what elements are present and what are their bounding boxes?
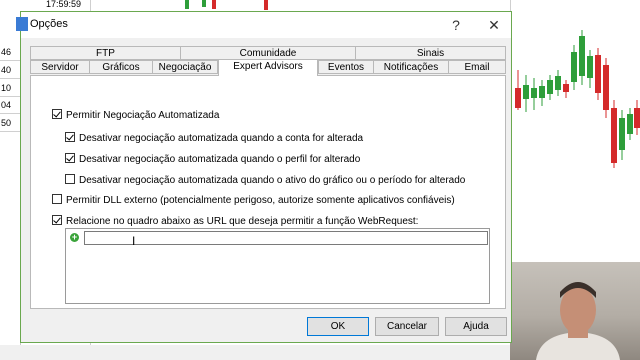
tab-eventos[interactable]: Eventos: [318, 60, 374, 74]
candlestick-chart: [515, 30, 640, 168]
disable-on-account-change-checkbox[interactable]: [65, 132, 75, 142]
tab-sinais[interactable]: Sinais: [355, 46, 506, 60]
allow-dll-label: Permitir DLL externo (potencialmente per…: [66, 195, 455, 206]
allow-webrequest-checkbox[interactable]: [52, 215, 62, 225]
disable-on-symbol-change-option[interactable]: Desativar negociação automatizada quando…: [65, 174, 465, 188]
market-watch-cell: 40: [0, 63, 21, 79]
tab-graficos[interactable]: Gráficos: [89, 60, 153, 74]
url-list[interactable]: + I: [65, 228, 490, 304]
market-watch-cell: 46: [0, 45, 21, 61]
options-dialog: Opções ? ✕ FTP Comunidade Sinais Servido…: [16, 11, 512, 343]
market-watch-cell: 04: [0, 98, 21, 114]
tab-comunidade[interactable]: Comunidade: [180, 46, 356, 60]
help-icon[interactable]: ?: [441, 14, 471, 36]
allow-dll-checkbox[interactable]: [52, 194, 62, 204]
plus-circle-icon[interactable]: +: [70, 233, 79, 242]
webcam-overlay: [510, 262, 640, 360]
tab-expert-advisors[interactable]: Expert Advisors: [218, 59, 318, 76]
time-label: 17:59:59: [46, 0, 82, 9]
disable-on-profile-change-label: Desativar negociação automatizada quando…: [79, 154, 361, 165]
app-icon: [16, 17, 28, 31]
allow-webrequest-option[interactable]: Relacione no quadro abaixo as URL que de…: [52, 215, 418, 229]
tab-negociacao[interactable]: Negociação: [152, 60, 218, 74]
disable-on-profile-change-checkbox[interactable]: [65, 153, 75, 163]
dialog-titlebar[interactable]: Opções ? ✕: [16, 12, 511, 38]
tab-email[interactable]: Email: [448, 60, 506, 74]
allow-auto-trading-option[interactable]: Permitir Negociação Automatizada: [52, 109, 219, 123]
tab-servidor[interactable]: Servidor: [30, 60, 90, 74]
tab-strip: FTP Comunidade Sinais Servidor Gráficos …: [30, 46, 506, 76]
background-candles: [185, 0, 268, 10]
person-video-icon: [536, 282, 620, 360]
url-input[interactable]: [84, 231, 488, 245]
market-watch-cell: 50: [0, 116, 21, 132]
ok-button[interactable]: OK: [307, 317, 369, 336]
disable-on-account-change-label: Desativar negociação automatizada quando…: [79, 133, 364, 144]
close-icon[interactable]: ✕: [479, 14, 509, 36]
market-watch-panel: 46 40 10 04 50: [0, 0, 21, 360]
text-cursor-icon: I: [132, 234, 136, 248]
disable-on-symbol-change-label: Desativar negociação automatizada quando…: [79, 175, 466, 186]
disable-on-profile-change-option[interactable]: Desativar negociação automatizada quando…: [65, 153, 360, 167]
status-bar: [0, 345, 510, 360]
tab-ftp[interactable]: FTP: [30, 46, 181, 60]
cancel-button[interactable]: Cancelar: [375, 317, 439, 336]
candles: [515, 30, 640, 168]
allow-auto-trading-label: Permitir Negociação Automatizada: [66, 110, 220, 121]
tab-notificacoes[interactable]: Notificações: [373, 60, 449, 74]
allow-webrequest-label: Relacione no quadro abaixo as URL que de…: [66, 216, 419, 227]
allow-auto-trading-checkbox[interactable]: [52, 109, 62, 119]
disable-on-symbol-change-checkbox[interactable]: [65, 174, 75, 184]
disable-on-account-change-option[interactable]: Desativar negociação automatizada quando…: [65, 132, 363, 146]
help-button[interactable]: Ajuda: [445, 317, 507, 336]
allow-dll-option[interactable]: Permitir DLL externo (potencialmente per…: [52, 194, 455, 208]
dialog-title: Opções: [30, 18, 68, 30]
market-watch-cell: 10: [0, 81, 21, 97]
expert-advisors-panel: Permitir Negociação Automatizada Desativ…: [30, 75, 506, 309]
